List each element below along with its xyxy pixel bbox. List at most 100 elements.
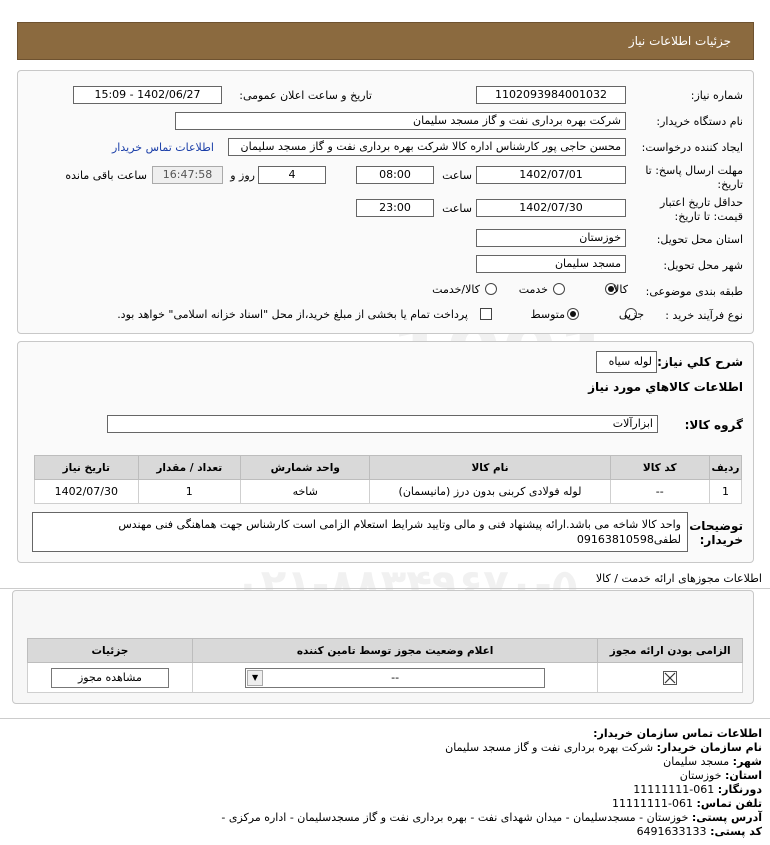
contact-org: شرکت بهره برداری نفت و گاز مسجد سلیمان (445, 741, 654, 754)
announce-field: 1402/06/27 - 15:09 (73, 86, 222, 104)
page-header: جزئیات اطلاعات نیاز (17, 22, 754, 60)
city-field: مسجد سلیمان (476, 255, 626, 273)
contact-title: اطلاعات تماس سازمان خریدار: (593, 727, 762, 740)
category-radio-both[interactable] (485, 283, 497, 295)
treasury-payment-note: پرداخت تمام یا بخشی از مبلغ خرید،از محل … (117, 308, 468, 321)
contact-fax-label: دورنگار: (717, 783, 762, 796)
validity-date-field: 1402/07/30 (476, 199, 626, 217)
goods-table-header: ردیف کد کالا نام کالا واحد شمارش تعداد /… (34, 455, 743, 480)
need-number-label: شماره نیاز: (690, 89, 743, 102)
validity-time-field: 23:00 (356, 199, 434, 217)
category-service-label: خدمت (518, 283, 548, 296)
category-radio-service[interactable] (553, 283, 565, 295)
contact-address-label: آدرس پستی: (691, 811, 762, 824)
cell-row: 1 (708, 479, 743, 504)
buyer-notes-label-1: توضیحات (689, 519, 743, 533)
contact-province-line: استان: خوزستان (680, 768, 762, 783)
contact-city: مسجد سلیمان (663, 755, 730, 768)
permits-table-header: الزامی بودن ارائه مجوز اعلام وضعیت مجوز … (27, 638, 743, 663)
contact-address-line: آدرس پستی: خوزستان - مسجدسلیمان - میدان … (221, 810, 762, 825)
contact-postal-label: کد پستی: (710, 825, 762, 838)
cell-name: لوله فولادی کربنی بدون درز (مانیسمان) (369, 479, 611, 504)
page-title: جزئیات اطلاعات نیاز (628, 34, 731, 48)
permit-required-checkbox[interactable] (663, 670, 678, 685)
permits-table: الزامی بودن ارائه مجوز اعلام وضعیت مجوز … (27, 638, 743, 693)
contact-phone-label: تلفن تماس: (696, 797, 762, 810)
province-label: استان محل تحویل: (656, 233, 743, 246)
contact-province-label: استان: (725, 769, 762, 782)
permits-cell-details: مشاهده مجوز (27, 662, 193, 693)
days-field: 4 (258, 166, 326, 184)
contact-postal-line: کد پستی: 6491633133 (637, 824, 762, 839)
purchase-medium-label: متوسط (530, 308, 565, 321)
deadline-date-field: 1402/07/01 (476, 166, 626, 184)
contact-fax-line: دورنگار: 061-11111111 (633, 782, 762, 797)
cell-unit: شاخه (240, 479, 371, 504)
contact-info-link[interactable]: اطلاعات تماس خریدار (112, 141, 214, 154)
purchase-minor-label: جزیی (618, 308, 644, 321)
contact-fax: 061-11111111 (633, 783, 715, 796)
view-permit-button[interactable]: مشاهده مجوز (50, 667, 169, 688)
contact-phone-line: تلفن تماس: 061-11111111 (612, 796, 762, 811)
remaining-label: ساعت باقی مانده (65, 169, 147, 182)
permits-col-details: جزئیات (27, 638, 193, 663)
contact-divider (0, 718, 770, 719)
buyer-notes-text: واحد کالا شاخه می باشد.ارائه پیشنهاد فنی… (118, 518, 681, 546)
announce-label: تاریخ و ساعت اعلان عمومی: (239, 89, 372, 102)
purchase-radio-medium[interactable] (567, 308, 579, 320)
category-goods-label: کالا (613, 283, 628, 296)
days-label: روز و (230, 169, 255, 182)
category-both-label: کالا/خدمت (432, 283, 480, 296)
permits-cell-status: -- ▼ (191, 662, 599, 693)
contact-city-line: شهر: مسجد سلیمان (663, 754, 762, 769)
permits-col-required: الزامی بودن ارائه مجوز (597, 638, 743, 663)
chevron-down-icon: ▼ (247, 669, 264, 686)
city-label: شهر محل تحویل: (663, 259, 743, 272)
validity-label-1: حداقل تاریخ اعتبار (659, 196, 743, 209)
purchase-type-label: نوع فرآیند خرید : (665, 309, 743, 322)
goods-info-title: اطلاعات کالاهاي مورد نياز (588, 380, 743, 394)
permits-col-status: اعلام وضعیت مجوز توسط تامین کننده (191, 638, 599, 663)
deadline-label-2: تاریخ: (717, 178, 743, 191)
deadline-time-label: ساعت (442, 169, 472, 182)
treasury-payment-checkbox[interactable] (480, 308, 492, 320)
col-unit: واحد شمارش (240, 455, 371, 480)
cell-date: 1402/07/30 (34, 479, 139, 504)
contact-province: خوزستان (679, 769, 722, 782)
cell-qty: 1 (137, 479, 242, 504)
summary-label: شرح کلي نياز: (657, 355, 743, 369)
need-number-field: 1102093984001032 (476, 86, 626, 104)
table-row: -- ▼ مشاهده مجوز (27, 662, 743, 693)
permit-status-select[interactable]: -- ▼ (245, 667, 546, 688)
col-qty: تعداد / مقدار (137, 455, 242, 480)
contact-city-label: شهر: (732, 755, 762, 768)
summary-field: لوله سیاه (596, 351, 657, 373)
buyer-notes-box: واحد کالا شاخه می باشد.ارائه پیشنهاد فنی… (32, 512, 688, 552)
permit-status-value: -- (391, 670, 400, 684)
remaining-time-field: 16:47:58 (152, 166, 223, 184)
col-code: کد کالا (609, 455, 710, 480)
validity-label-2: قیمت: تا تاریخ: (674, 210, 743, 223)
permits-cell-required (597, 662, 743, 693)
table-row: 1 -- لوله فولادی کربنی بدون درز (مانیسما… (34, 479, 743, 504)
goods-table: ردیف کد کالا نام کالا واحد شمارش تعداد /… (34, 455, 743, 504)
validity-time-label: ساعت (442, 202, 472, 215)
permits-divider (0, 588, 770, 589)
col-name: نام کالا (369, 455, 611, 480)
buyer-org-label: نام دستگاه خریدار: (656, 115, 743, 128)
permits-title: اطلاعات مجوزهای ارائه خدمت / کالا (595, 572, 762, 585)
contact-phone: 061-11111111 (612, 797, 694, 810)
deadline-label-1: مهلت ارسال پاسخ: تا (645, 164, 743, 177)
creator-field: محسن حاجی پور کارشناس اداره کالا شرکت به… (228, 138, 626, 156)
buyer-notes-label-2: خریدار: (699, 533, 743, 547)
contact-address: خوزستان - مسجدسلیمان - میدان شهدای نفت -… (221, 811, 689, 824)
category-label: طبقه بندی موضوعی: (645, 285, 743, 298)
goods-group-label: گروه کالا: (684, 418, 743, 432)
cell-code: -- (609, 479, 710, 504)
buyer-org-field: شرکت بهره برداری نفت و گاز مسجد سلیمان (175, 112, 626, 130)
deadline-time-field: 08:00 (356, 166, 434, 184)
contact-org-label: نام سازمان خریدار: (656, 741, 762, 754)
col-row: ردیف (708, 455, 743, 480)
province-field: خوزستان (476, 229, 626, 247)
creator-label: ایجاد کننده درخواست: (641, 141, 743, 154)
